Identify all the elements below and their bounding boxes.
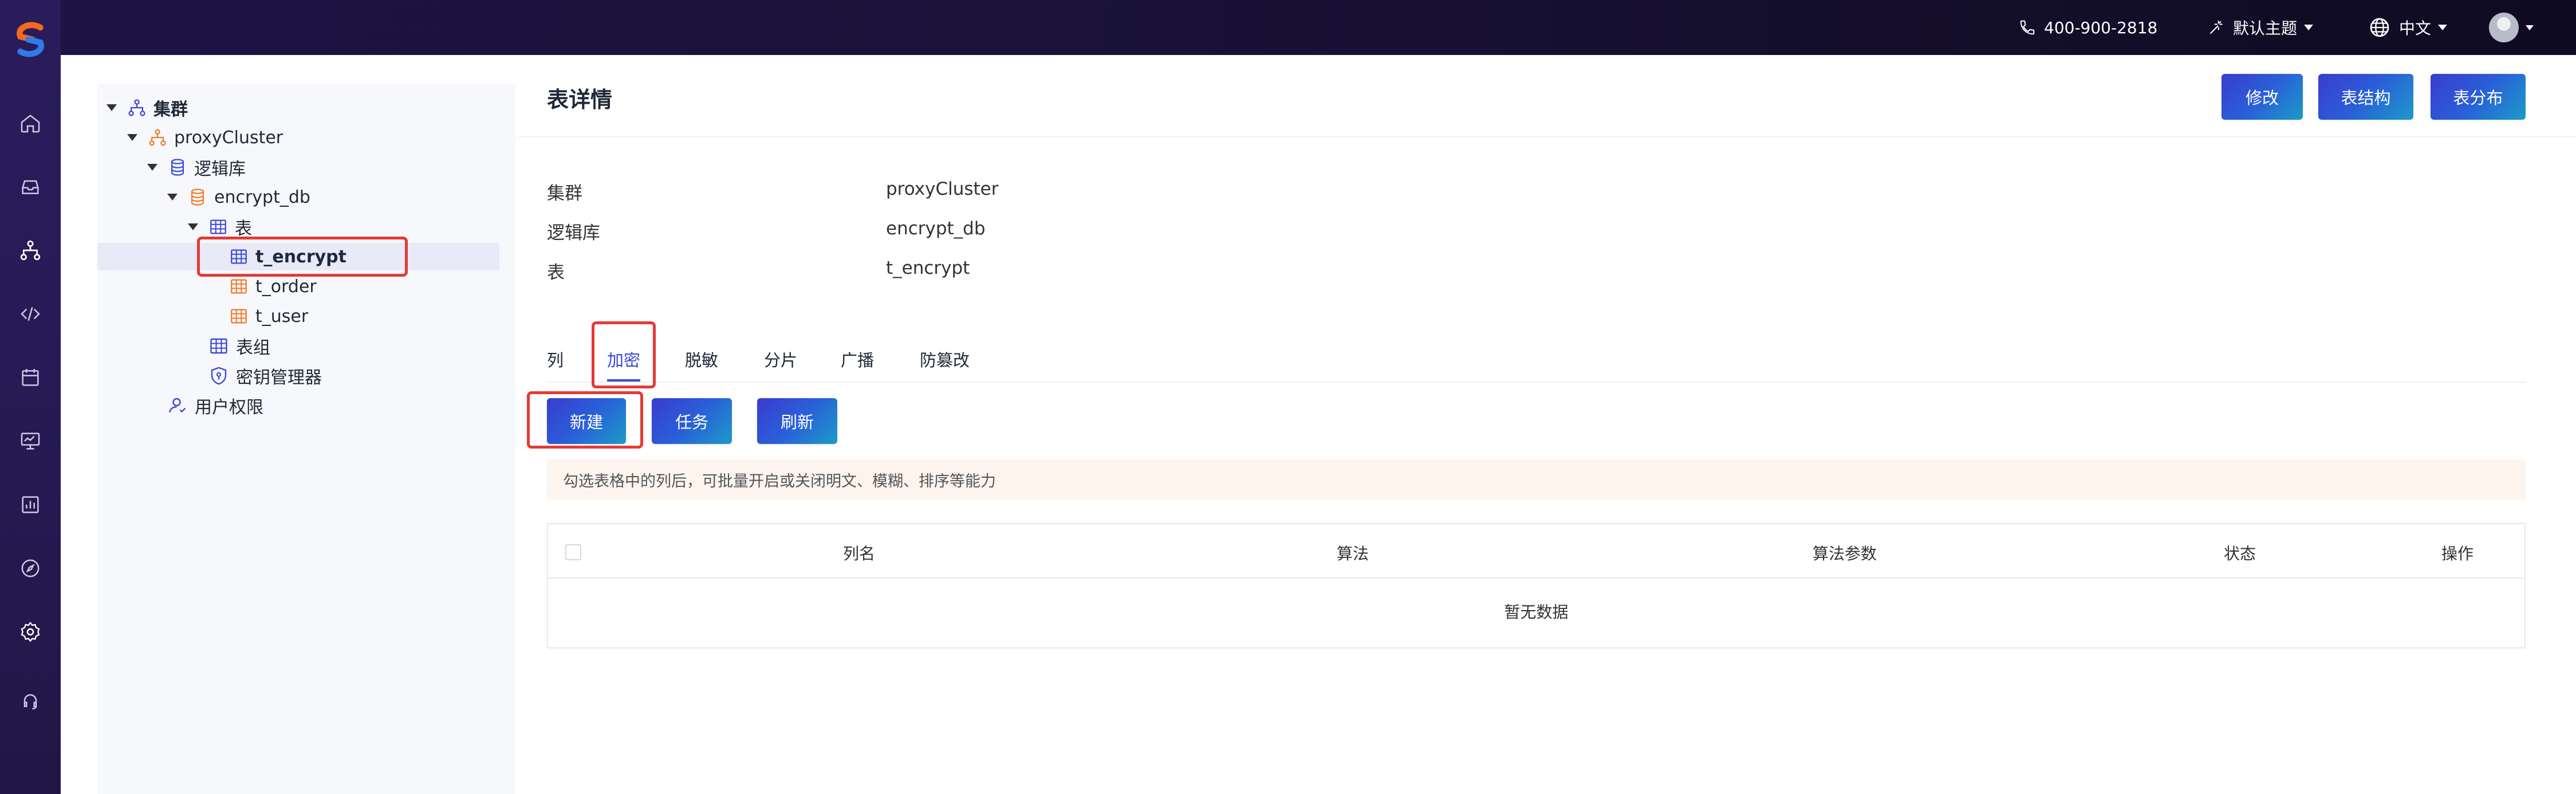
database-icon [191,188,204,206]
inbox-icon[interactable] [19,175,42,198]
tree-node-label: t_order [255,276,317,297]
tree-node-label: 表 [235,219,252,239]
tree-node-encrypt-db[interactable]: encrypt_db [167,183,310,211]
tab-sharding[interactable]: 分片 [764,347,797,371]
tree-node-proxy-cluster[interactable]: proxyCluster [127,124,283,151]
column-header-algorithm-params[interactable]: 算法参数 [1813,541,1877,564]
expand-arrow-icon[interactable] [107,104,117,111]
tree-node-label: 用户权限 [195,398,263,418]
table-icon [210,219,226,234]
encrypt-rules-table: 列名 算法 算法参数 状态 操作 暂无数据 [547,523,2526,648]
tabs-divider [547,382,2526,383]
database-icon [171,159,184,176]
chevron-down-icon [2438,25,2448,30]
chevron-down-icon [2304,25,2314,30]
expand-arrow-icon[interactable] [167,194,178,201]
language-label: 中文 [2399,19,2432,38]
tab-mask[interactable]: 脱敏 [685,347,718,371]
tree-node-label: 密钥管理器 [236,368,322,388]
tree-node-t-user[interactable]: t_user [229,302,308,330]
page-title: 表详情 [547,87,613,112]
edit-button[interactable]: 修改 [2221,74,2303,120]
empty-state-text: 暂无数据 [1504,603,1569,622]
hint-bar: 勾选表格中的列后，可批量开启或关闭明文、模糊、排序等能力 [547,459,2526,500]
settings-icon[interactable] [19,620,42,643]
tab-columns[interactable]: 列 [547,347,564,371]
tree-node-table-group[interactable]: 表组 [208,332,270,360]
language-selector[interactable]: 中文 [2368,15,2448,40]
table-group-icon [210,338,227,354]
tree-node-label: 表组 [236,338,270,358]
tree-node-label: 集群 [153,100,188,120]
column-header-algorithm[interactable]: 算法 [1337,541,1369,564]
column-header-status[interactable]: 状态 [2224,541,2256,564]
info-db-value: encrypt_db [886,218,986,239]
user-icon [169,398,186,413]
tree-node-user-permissions[interactable]: 用户权限 [167,392,263,419]
tree-node-label: proxyCluster [174,127,283,148]
table-header-row: 列名 算法 算法参数 状态 操作 [548,524,2524,579]
tree-node-key-manager[interactable]: 密钥管理器 [208,362,322,390]
info-db-label: 逻辑库 [547,223,600,243]
header-divider [518,136,2576,137]
brand-logo[interactable] [10,19,50,60]
avatar[interactable] [2489,13,2519,42]
column-header-actions: 操作 [2441,544,2474,563]
tree-node-label: 逻辑库 [194,159,246,179]
tree-node-t-order[interactable]: t_order [229,273,317,300]
cluster-icon[interactable] [19,239,42,262]
highlight-box-new-button [527,391,643,449]
info-cluster-label: 集群 [547,183,582,204]
phone-contact[interactable]: 400-900-2818 [2019,15,2157,40]
home-icon[interactable] [19,112,42,135]
expand-arrow-icon[interactable] [188,223,198,230]
theme-selector[interactable]: 默认主题 [2208,15,2314,40]
highlight-box-encrypt-tab [592,321,656,388]
table-icon [231,279,247,294]
tree-node-logic-db[interactable]: 逻辑库 [147,154,246,181]
info-table-label: 表 [547,262,565,283]
calendar-icon[interactable] [19,366,42,389]
highlight-box-t-encrypt [197,237,408,277]
expand-arrow-icon[interactable] [147,164,157,171]
magic-wand-icon [2210,20,2223,34]
monitor-icon[interactable] [19,430,42,453]
cluster-icon [128,99,145,116]
code-icon[interactable] [19,302,42,325]
task-button[interactable]: 任务 [652,398,732,444]
expand-arrow-icon[interactable] [127,134,137,141]
shield-icon [211,367,227,385]
chevron-down-icon [2526,25,2534,30]
table-distribution-button[interactable]: 表分布 [2431,74,2526,120]
phone-icon [2020,20,2035,35]
proxy-cluster-icon [149,129,166,146]
top-bar [0,0,2576,55]
theme-label: 默认主题 [2233,19,2298,38]
headset-icon[interactable] [19,689,42,712]
phone-number: 400-900-2818 [2044,18,2158,37]
info-table-value: t_encrypt [886,258,970,278]
tab-tamper-proof[interactable]: 防篡改 [920,347,970,371]
tree-node-label: t_user [255,306,309,327]
user-menu-toggle[interactable] [2526,15,2534,40]
globe-icon [2370,18,2389,37]
table-structure-button[interactable]: 表结构 [2318,74,2413,120]
report-icon[interactable] [19,493,42,516]
info-cluster-value: proxyCluster [886,179,999,199]
tree-node-label: encrypt_db [214,187,310,207]
tree-node-cluster[interactable]: 集群 [107,94,188,121]
refresh-button[interactable]: 刷新 [757,398,837,444]
table-icon [231,309,247,324]
compass-icon[interactable] [19,557,42,580]
column-header-name[interactable]: 列名 [843,541,875,564]
select-all-checkbox[interactable] [565,544,581,560]
tab-broadcast[interactable]: 广播 [841,347,874,371]
